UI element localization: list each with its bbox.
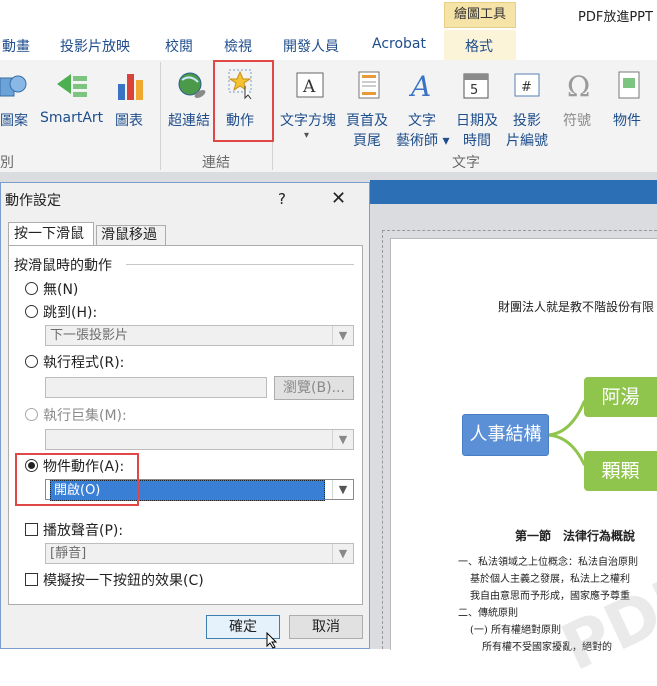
header-footer-label-1[interactable]: 頁首及 [346, 110, 388, 130]
mouse-cursor-icon [266, 631, 280, 649]
checkbox-highlight-click[interactable] [25, 573, 38, 586]
smartart-button-label[interactable]: SmartArt [40, 110, 103, 126]
symbol-icon[interactable]: Ω [565, 70, 593, 103]
slide-panel-header [370, 180, 657, 204]
tab-acrobat[interactable]: Acrobat [372, 36, 426, 52]
contextual-tab-drawing-tools: 繪圖工具 [444, 2, 516, 28]
slide-number-label-2[interactable]: 片編號 [506, 130, 548, 150]
play-sound-combo-value: [靜音] [50, 546, 87, 561]
tab-developer[interactable]: 開發人員 [283, 36, 339, 56]
checkbox-highlight-click-label[interactable]: 模擬按一下按鈕的效果(C) [43, 570, 204, 590]
wordart-icon[interactable]: A [407, 70, 437, 103]
header-footer-icon[interactable] [356, 70, 382, 100]
org-node-main[interactable]: 人事結構 [462, 414, 549, 456]
radio-hyperlink[interactable] [25, 305, 38, 318]
run-macro-combo[interactable]: ▼ [45, 429, 354, 450]
hyperlink-icon[interactable] [176, 70, 208, 102]
tab-slideshow[interactable]: 投影片放映 [60, 36, 130, 56]
group-label-illustrations: 別 [0, 155, 14, 171]
radio-none-label[interactable]: 無(N) [43, 279, 78, 299]
svg-text:#: # [521, 80, 532, 95]
checkbox-play-sound[interactable] [25, 523, 38, 536]
slide-number-label-1[interactable]: 投影 [513, 110, 541, 130]
symbol-button-label[interactable]: 符號 [563, 110, 591, 130]
tab-format[interactable]: 格式 [465, 36, 493, 56]
browse-button[interactable]: 瀏覽(B)... [274, 376, 354, 400]
svg-text:A: A [302, 77, 316, 97]
datetime-icon[interactable]: 5 [462, 70, 490, 100]
slide-line: (一) 所有權絕對原則 [470, 625, 561, 636]
hyperlink-button-label[interactable]: 超連結 [168, 110, 210, 130]
object-action-highlight-box [15, 453, 139, 506]
slide-heading: 財團法人就是教不階設份有限 [498, 300, 655, 314]
group-label-text: 文字 [452, 155, 480, 171]
chart-icon[interactable] [116, 70, 148, 102]
checkbox-play-sound-label[interactable]: 播放聲音(P): [43, 520, 123, 540]
wordart-label-1[interactable]: 文字 [408, 110, 436, 130]
object-button-label[interactable]: 物件 [613, 110, 641, 130]
radio-run-program-label[interactable]: 執行程式(R): [43, 352, 124, 372]
wordart-label-2[interactable]: 藝術師 ▾ [396, 130, 449, 150]
help-button[interactable]: ? [278, 190, 286, 208]
shapes-icon[interactable] [0, 70, 28, 102]
chevron-down-icon[interactable]: ▼ [332, 544, 353, 563]
hyperlink-combo[interactable]: 下一張投影片 ▼ [45, 325, 354, 346]
title-bar [0, 0, 657, 30]
tab-review[interactable]: 校閱 [165, 36, 193, 56]
svg-text:A: A [408, 70, 431, 100]
cancel-button[interactable]: 取消 [289, 615, 363, 639]
chevron-down-icon[interactable]: ▼ [332, 480, 353, 499]
run-program-field[interactable] [45, 377, 267, 398]
action-button-label[interactable]: 動作 [226, 110, 254, 130]
slide-number-icon[interactable]: # [513, 70, 541, 100]
textbox-button-label[interactable]: 文字方塊 [280, 110, 336, 130]
chevron-down-icon[interactable]: ▼ [332, 326, 353, 345]
chevron-down-icon[interactable]: ▼ [332, 430, 353, 449]
close-icon[interactable]: ✕ [331, 188, 346, 209]
window-title: PDF放進PPT [578, 10, 653, 25]
slide-section-title: 第一節 法律行為概說 [515, 529, 636, 543]
tab-mouse-click[interactable]: 按一下滑鼠 [8, 222, 94, 246]
radio-run-macro-label[interactable]: 執行巨集(M): [43, 405, 127, 425]
textbox-dropdown-arrow[interactable]: ▾ [304, 130, 309, 141]
slide-line: 基於個人主義之發展，私法上之權利 [470, 574, 630, 585]
datetime-label-1[interactable]: 日期及 [456, 110, 498, 130]
chart-button-label[interactable]: 圖表 [115, 110, 143, 130]
radio-run-macro[interactable] [25, 408, 38, 421]
radio-hyperlink-label[interactable]: 跳到(H): [43, 302, 97, 322]
section-heading: 按滑鼠時的動作 [14, 258, 112, 274]
tab-animations[interactable]: 動畫 [2, 36, 30, 56]
slide-line: 一、私法領域之上位概念：私法自治原則 [458, 557, 638, 568]
org-node-b[interactable]: 顆顆 [584, 451, 657, 491]
hyperlink-combo-value: 下一張投影片 [50, 328, 129, 343]
group-separator [160, 62, 161, 170]
group-label-links: 連結 [202, 155, 230, 171]
org-node-a[interactable]: 阿湯 [584, 377, 657, 417]
smartart-icon[interactable] [55, 70, 89, 102]
slide-line: 二、傳統原則 [458, 608, 518, 619]
shapes-button-label[interactable]: 圖案 [0, 110, 28, 130]
svg-text:5: 5 [470, 83, 478, 98]
section-divider [126, 264, 354, 265]
tab-view[interactable]: 檢視 [224, 36, 252, 56]
radio-none[interactable] [25, 282, 38, 295]
datetime-label-2[interactable]: 時間 [463, 130, 491, 150]
object-icon[interactable] [615, 70, 643, 100]
play-sound-combo[interactable]: [靜音] ▼ [45, 543, 354, 564]
tab-mouse-over[interactable]: 滑鼠移過 [96, 225, 166, 246]
dialog-title: 動作設定 [5, 193, 61, 209]
textbox-icon[interactable]: A [295, 70, 325, 100]
header-footer-label-2[interactable]: 頁尾 [353, 130, 381, 150]
radio-run-program[interactable] [25, 355, 38, 368]
svg-text:Ω: Ω [567, 70, 590, 100]
action-star-icon[interactable] [227, 68, 257, 100]
